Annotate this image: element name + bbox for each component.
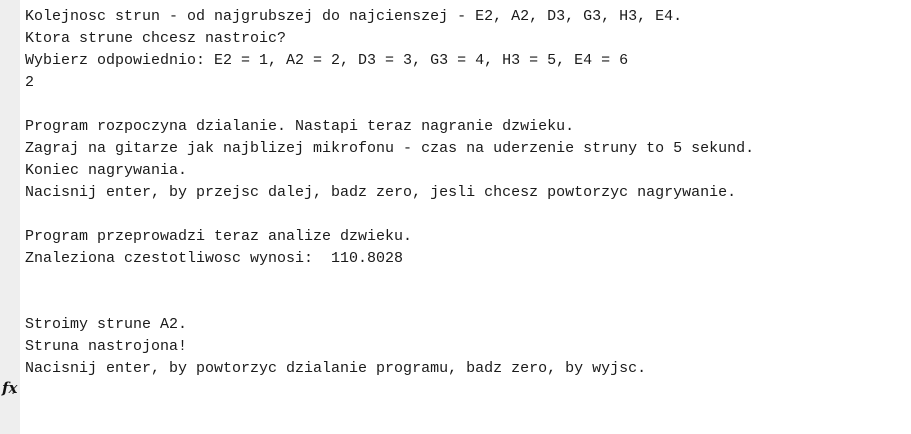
console-line: Program rozpoczyna dzialanie. Nastapi te… bbox=[25, 118, 575, 135]
console-line: Stroimy strune A2. bbox=[25, 316, 188, 333]
console-line: Koniec nagrywania. bbox=[25, 162, 188, 179]
fx-icon[interactable]: fx bbox=[2, 378, 17, 398]
console-line: Zagraj na gitarze jak najblizej mikrofon… bbox=[25, 140, 755, 157]
command-window[interactable]: fx ˇ Kolejnosc strun - od najgrubszej do… bbox=[0, 0, 911, 434]
command-gutter: fx ˇ bbox=[0, 0, 20, 434]
console-line: Struna nastrojona! bbox=[25, 338, 188, 355]
console-output[interactable]: Kolejnosc strun - od najgrubszej do najc… bbox=[25, 6, 905, 380]
console-line: Kolejnosc strun - od najgrubszej do najc… bbox=[25, 8, 683, 25]
console-line: Ktora strune chcesz nastroic? bbox=[25, 30, 287, 47]
console-line: Nacisnij enter, by powtorzyc dzialanie p… bbox=[25, 360, 647, 377]
console-line: Nacisnij enter, by przejsc dalej, badz z… bbox=[25, 184, 737, 201]
console-line: Znaleziona czestotliwosc wynosi: 110.802… bbox=[25, 250, 404, 267]
fx-dropdown-caret-icon[interactable]: ˇ bbox=[11, 393, 15, 401]
console-line: Program przeprowadzi teraz analize dzwie… bbox=[25, 228, 413, 245]
console-input-line: 2 bbox=[25, 74, 35, 91]
console-line: Wybierz odpowiednio: E2 = 1, A2 = 2, D3 … bbox=[25, 52, 629, 69]
